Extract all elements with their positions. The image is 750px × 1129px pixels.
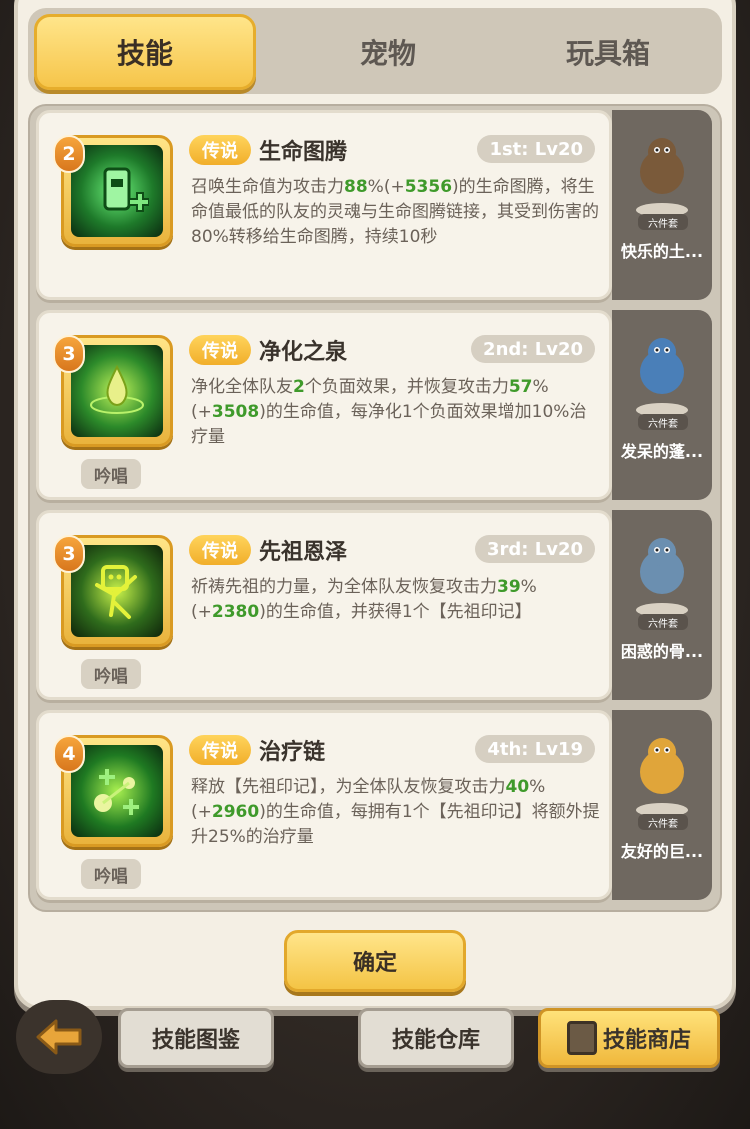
back-arrow-icon — [36, 1019, 82, 1055]
skill-level-badge: 1st: Lv20 — [477, 135, 595, 163]
stat-value: 88 — [344, 177, 368, 197]
skill-number-badge: 2 — [53, 135, 85, 173]
skill-description: 祈祷先祖的力量，为全体队友恢复攻击力39%(+2380)的生命值，并获得1个【先… — [191, 577, 537, 622]
skill-number-badge: 3 — [53, 535, 85, 573]
stat-value: 3508 — [211, 402, 260, 422]
skill-card[interactable]: 4 吟唱 传说 治疗链 4th: Lv19 释放【先祖印记】，为全体队友恢复攻击… — [36, 710, 612, 900]
chant-tag: 吟唱 — [81, 659, 141, 689]
skill-level-badge: 2nd: Lv20 — [471, 335, 595, 363]
pet-name: 快乐的土... — [620, 242, 704, 261]
stat-value: 39 — [497, 577, 521, 597]
rarity-badge: 传说 — [189, 535, 251, 565]
skill-shop-button[interactable]: 技能商店 — [538, 1008, 720, 1068]
confirm-button[interactable]: 确定 — [284, 930, 466, 992]
tab-skills[interactable]: 技能 — [34, 14, 256, 90]
back-button[interactable] — [16, 1000, 102, 1074]
rarity-badge: 传说 — [189, 735, 251, 765]
tab-pets[interactable]: 宠物 — [278, 14, 498, 90]
pet-figure-icon — [636, 338, 688, 417]
rarity-badge: 传说 — [189, 335, 251, 365]
pet-name: 发呆的蓬... — [620, 442, 704, 461]
pet-set-badge: 六件套 — [638, 614, 688, 630]
skill-storage-button[interactable]: 技能仓库 — [358, 1008, 514, 1068]
skill-catalog-button[interactable]: 技能图鉴 — [118, 1008, 274, 1068]
heal-chain-icon — [94, 769, 139, 815]
stat-value: 5356 — [404, 177, 453, 197]
skill-card[interactable]: 2 传说 生命图腾 1st: Lv20 召唤生命值为攻击力88%(+5356)的… — [36, 110, 612, 300]
rarity-badge: 传说 — [189, 135, 251, 165]
stat-value: 2960 — [211, 802, 260, 822]
skill-description: 召唤生命值为攻击力88%(+5356)的生命图腾，将生命值最低的队友的灵魂与生命… — [191, 177, 599, 247]
totem-icon — [103, 167, 149, 212]
skill-description: 净化全体队友2个负面效果，并恢复攻击力57%(+3508)的生命值，每净化1个负… — [191, 377, 587, 447]
pet-card[interactable]: 六件套 快乐的土... — [612, 110, 712, 300]
chant-tag: 吟唱 — [81, 859, 141, 889]
skill-name: 净化之泉 — [259, 340, 348, 365]
skill-description: 释放【先祖印记】，为全体队友恢复攻击力40%(+2960)的生命值，每拥有1个【… — [191, 777, 600, 847]
skill-shop-label: 技能商店 — [602, 1028, 691, 1053]
pet-figure-icon — [636, 738, 688, 817]
pet-figure-icon — [636, 538, 688, 617]
tab-bar: 技能 宠物 玩具箱 — [28, 8, 722, 94]
skill-card[interactable]: 3 吟唱 传说 净化之泉 2nd: Lv20 净化全体队友2个负面效果，并恢复攻… — [36, 310, 612, 500]
chant-tag: 吟唱 — [81, 459, 141, 489]
skill-level-badge: 3rd: Lv20 — [474, 535, 595, 563]
pet-set-badge: 六件套 — [638, 214, 688, 230]
pet-name: 困惑的骨... — [620, 642, 704, 661]
pet-figure-icon — [636, 138, 688, 217]
ancestor-spirit-icon — [95, 565, 137, 619]
skill-level-badge: 4th: Lv19 — [475, 735, 595, 763]
stat-value: 57 — [508, 377, 533, 397]
shop-sign-icon — [566, 1021, 597, 1055]
pet-card[interactable]: 六件套 困惑的骨... — [612, 510, 712, 700]
skill-name: 生命图腾 — [259, 140, 348, 165]
spring-drop-icon — [90, 364, 144, 414]
pet-card[interactable]: 六件套 发呆的蓬... — [612, 310, 712, 500]
skill-number-badge: 3 — [53, 335, 85, 373]
pet-card[interactable]: 六件套 友好的巨... — [612, 710, 712, 900]
pet-set-badge: 六件套 — [638, 814, 688, 830]
skill-card[interactable]: 3 吟唱 传说 先祖恩泽 3rd: Lv20 祈祷先祖的力量，为全体队友恢复攻击… — [36, 510, 612, 700]
pet-name: 友好的巨... — [620, 842, 704, 861]
tab-toybox[interactable]: 玩具箱 — [498, 14, 718, 90]
skill-name: 先祖恩泽 — [259, 540, 348, 565]
stat-value: 2 — [293, 377, 305, 397]
stat-value: 40 — [505, 777, 530, 797]
pet-set-badge: 六件套 — [638, 414, 688, 430]
skill-name: 治疗链 — [259, 740, 326, 765]
skill-number-badge: 4 — [53, 735, 85, 773]
stat-value: 2380 — [211, 602, 260, 622]
